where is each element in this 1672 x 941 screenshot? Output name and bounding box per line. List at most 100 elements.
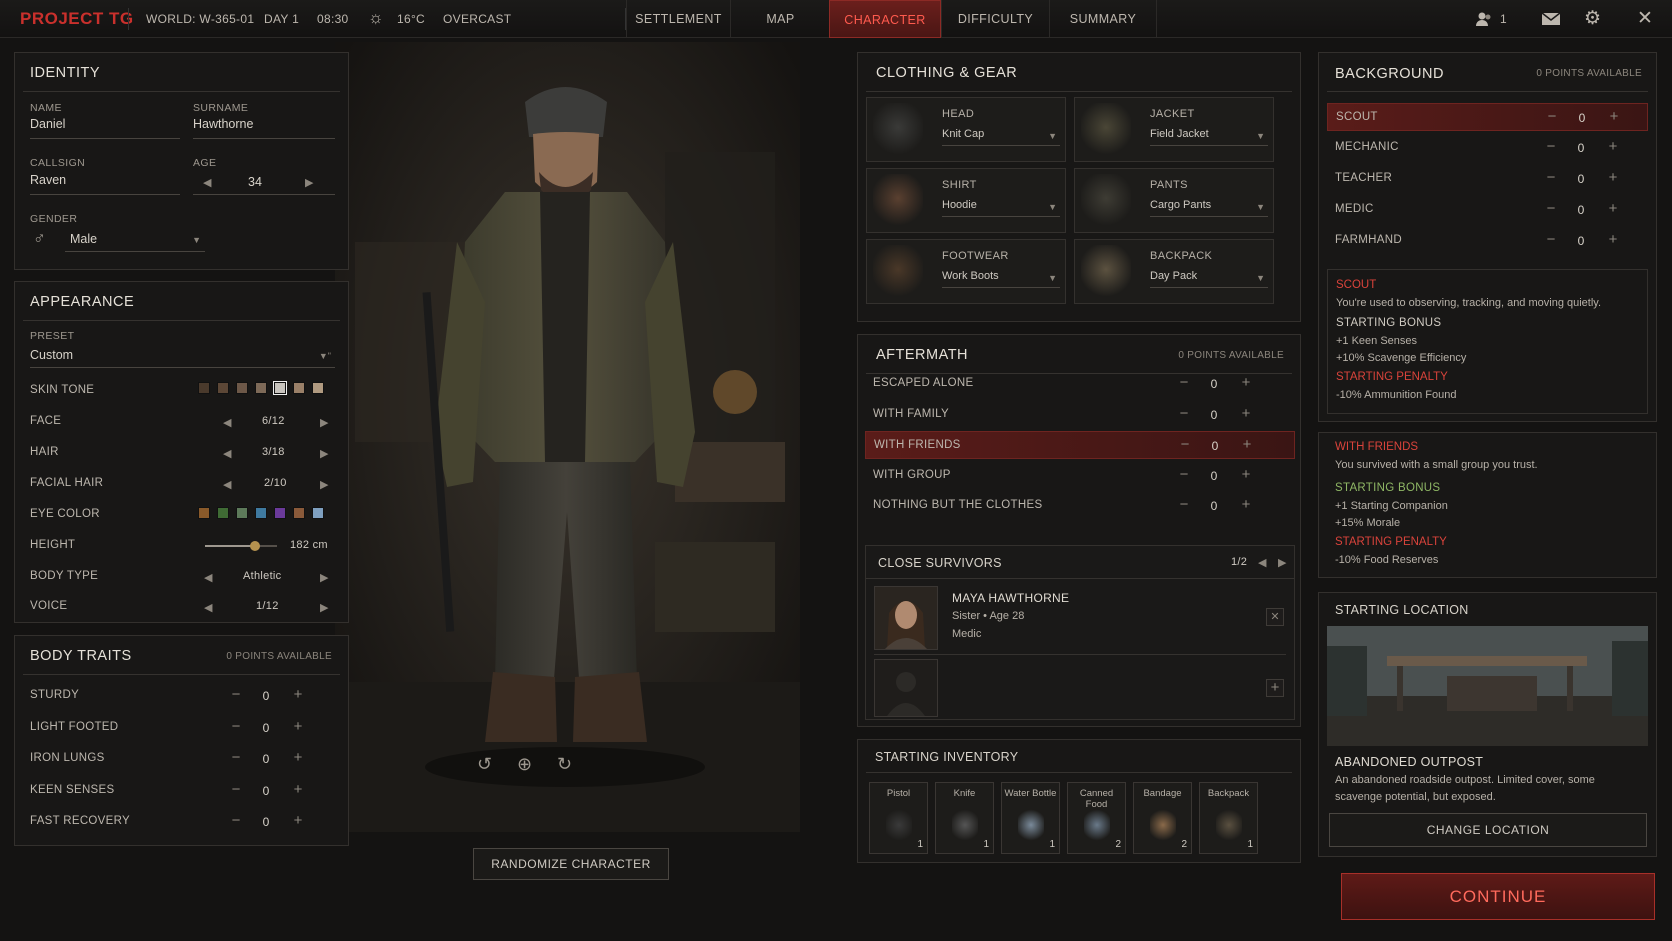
plus-icon[interactable]: + (1603, 169, 1623, 187)
plus-icon[interactable]: + (1603, 200, 1623, 218)
remove-survivor-button[interactable]: ✕ (1266, 608, 1284, 626)
facial-hair-next-icon[interactable]: ▶ (320, 478, 328, 491)
voice-prev-icon[interactable]: ◀ (204, 601, 212, 614)
height-slider-handle[interactable] (250, 541, 261, 551)
minus-icon[interactable]: − (1542, 108, 1562, 126)
gear-item-select[interactable]: Hoodie ▼ (942, 197, 1060, 217)
inventory-slot[interactable]: Canned Food 2 (1067, 782, 1126, 854)
plus-icon[interactable]: + (288, 749, 308, 767)
plus-icon[interactable]: + (288, 781, 308, 799)
mail-icon[interactable] (1541, 12, 1561, 26)
randomize-character-button[interactable]: RANDOMIZE CHARACTER (473, 848, 669, 880)
stepper-row[interactable]: KEEN SENSES − 0 + (22, 777, 342, 805)
survivor-prev-icon[interactable]: ◀ (1258, 556, 1266, 569)
gender-select[interactable]: Male ▼ (65, 230, 205, 252)
eye-swatch[interactable] (217, 507, 229, 519)
zoom-icon[interactable]: ⊕ (517, 754, 532, 775)
stepper-row[interactable]: MEDIC − 0 + (1327, 196, 1648, 224)
plus-icon[interactable]: + (1236, 374, 1256, 392)
voice-next-icon[interactable]: ▶ (320, 601, 328, 614)
gear-item-select[interactable]: Cargo Pants ▼ (1150, 197, 1268, 217)
eye-swatch[interactable] (274, 507, 286, 519)
gear-slot-head[interactable]: HEAD Knit Cap ▼ (866, 97, 1066, 162)
minus-icon[interactable]: − (1174, 374, 1194, 392)
inventory-slot[interactable]: Knife 1 (935, 782, 994, 854)
plus-icon[interactable]: + (1236, 405, 1256, 423)
skin-swatch[interactable] (198, 382, 210, 394)
skin-swatch[interactable] (217, 382, 229, 394)
stepper-row[interactable]: STURDY − 0 + (22, 682, 342, 710)
stepper-row[interactable]: WITH GROUP − 0 + (865, 462, 1295, 490)
hair-prev-icon[interactable]: ◀ (223, 447, 231, 460)
stepper-row[interactable]: FARMHAND − 0 + (1327, 227, 1648, 255)
minus-icon[interactable]: − (1174, 466, 1194, 484)
inventory-slot[interactable]: Bandage 2 (1133, 782, 1192, 854)
stepper-row[interactable]: MECHANIC − 0 + (1327, 134, 1648, 162)
gear-slot-pants[interactable]: PANTS Cargo Pants ▼ (1074, 168, 1274, 233)
eye-swatch[interactable] (312, 507, 324, 519)
stepper-row[interactable]: ESCAPED ALONE − 0 + (865, 370, 1295, 398)
plus-icon[interactable]: + (1237, 436, 1257, 454)
skin-swatch[interactable] (293, 382, 305, 394)
minus-icon[interactable]: − (1174, 496, 1194, 514)
inventory-slot[interactable]: Backpack 1 (1199, 782, 1258, 854)
users-icon[interactable] (1475, 10, 1493, 28)
body-type-next-icon[interactable]: ▶ (320, 571, 328, 584)
tab-summary[interactable]: SUMMARY (1049, 0, 1157, 38)
stepper-row[interactable]: SCOUT − 0 + (1327, 103, 1648, 131)
skin-swatch[interactable] (312, 382, 324, 394)
add-survivor-button[interactable]: + (1266, 679, 1284, 697)
minus-icon[interactable]: − (1541, 231, 1561, 249)
plus-icon[interactable]: + (1236, 496, 1256, 514)
plus-icon[interactable]: + (1603, 231, 1623, 249)
gear-icon[interactable]: ⚙ (1584, 7, 1601, 30)
skin-swatch[interactable] (255, 382, 267, 394)
stepper-row[interactable]: LIGHT FOOTED − 0 + (22, 714, 342, 742)
minus-icon[interactable]: − (226, 686, 246, 704)
survivor-next-icon[interactable]: ▶ (1278, 556, 1286, 569)
inventory-slot[interactable]: Pistol 1 (869, 782, 928, 854)
close-icon[interactable]: ✕ (1637, 7, 1653, 30)
plus-icon[interactable]: + (1604, 108, 1624, 126)
plus-icon[interactable]: + (288, 812, 308, 830)
gear-item-select[interactable]: Work Boots ▼ (942, 268, 1060, 288)
tab-character[interactable]: CHARACTER (829, 0, 941, 38)
minus-icon[interactable]: − (226, 781, 246, 799)
inventory-slot[interactable]: Water Bottle 1 (1001, 782, 1060, 854)
minus-icon[interactable]: − (226, 749, 246, 767)
minus-icon[interactable]: − (226, 718, 246, 736)
eye-swatch[interactable] (236, 507, 248, 519)
eye-swatch[interactable] (293, 507, 305, 519)
tab-difficulty[interactable]: DIFFICULTY (941, 0, 1049, 38)
stepper-row[interactable]: WITH FRIENDS − 0 + (865, 431, 1295, 459)
change-location-button[interactable]: CHANGE LOCATION (1329, 813, 1647, 847)
plus-icon[interactable]: + (1236, 466, 1256, 484)
character-preview[interactable]: ↺ ⊕ ↻ (335, 42, 800, 832)
empty-survivor-slot[interactable] (874, 659, 938, 717)
body-type-prev-icon[interactable]: ◀ (204, 571, 212, 584)
gear-slot-footwear[interactable]: FOOTWEAR Work Boots ▼ (866, 239, 1066, 304)
gear-item-select[interactable]: Day Pack ▼ (1150, 268, 1268, 288)
stepper-row[interactable]: WITH FAMILY − 0 + (865, 401, 1295, 429)
rotate-right-icon[interactable]: ↻ (557, 754, 572, 775)
surname-field[interactable]: Hawthorne (193, 117, 335, 139)
eye-swatch[interactable] (255, 507, 267, 519)
plus-icon[interactable]: + (1603, 138, 1623, 156)
stepper-row[interactable]: NOTHING BUT THE CLOTHES − 0 + (865, 492, 1295, 520)
gear-slot-shirt[interactable]: SHIRT Hoodie ▼ (866, 168, 1066, 233)
face-prev-icon[interactable]: ◀ (223, 416, 231, 429)
tab-map[interactable]: MAP (730, 0, 830, 38)
minus-icon[interactable]: − (1541, 200, 1561, 218)
skin-swatch[interactable] (236, 382, 248, 394)
gear-item-select[interactable]: Field Jacket ▼ (1150, 126, 1268, 146)
plus-icon[interactable]: + (288, 718, 308, 736)
skin-swatch[interactable] (273, 381, 287, 395)
name-field[interactable]: Daniel (30, 117, 180, 139)
stepper-row[interactable]: IRON LUNGS − 0 + (22, 745, 342, 773)
callsign-field[interactable]: Raven (30, 173, 180, 195)
eye-swatch[interactable] (198, 507, 210, 519)
gear-item-select[interactable]: Knit Cap ▼ (942, 126, 1060, 146)
gear-slot-backpack[interactable]: BACKPACK Day Pack ▼ (1074, 239, 1274, 304)
age-decrease-icon[interactable]: ◀ (203, 176, 211, 189)
gear-slot-jacket[interactable]: JACKET Field Jacket ▼ (1074, 97, 1274, 162)
